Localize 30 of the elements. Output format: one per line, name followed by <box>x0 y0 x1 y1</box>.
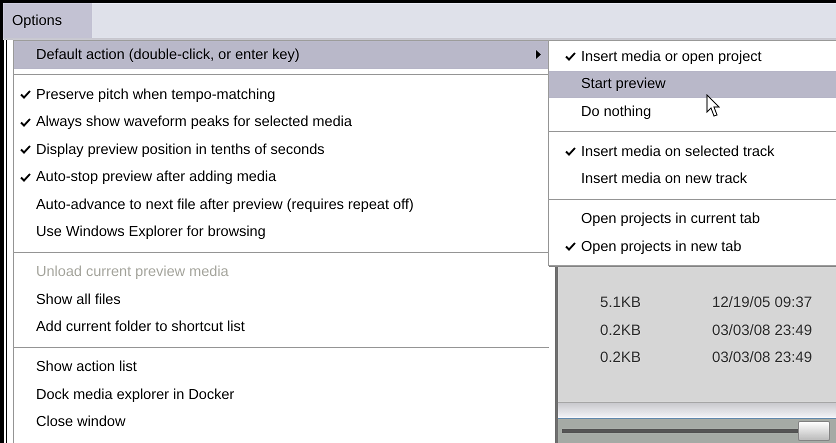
menu-item[interactable]: Insert media on selected track <box>549 138 836 166</box>
file-date: 12/19/05 09:37 <box>712 294 812 312</box>
slider-handle[interactable] <box>798 421 830 441</box>
menu-item[interactable]: Open projects in current tab <box>549 206 836 233</box>
file-date: 03/03/08 23:49 <box>712 322 812 339</box>
menu-item[interactable]: Dock media explorer in Docker <box>14 381 549 408</box>
file-date: 03/03/08 23:49 <box>712 349 812 366</box>
menu-item[interactable]: Auto-stop preview after adding media <box>14 164 549 191</box>
menu-item[interactable]: Preserve pitch when tempo-matching <box>14 81 549 108</box>
file-size: 0.2KB <box>599 349 642 366</box>
menu-item[interactable]: Use Windows Explorer for browsing <box>14 218 549 246</box>
menu-item[interactable]: Insert media on new track <box>549 166 836 193</box>
file-size: 0.2KB <box>599 322 642 339</box>
menu-item[interactable]: Add current folder to shortcut list <box>14 314 549 341</box>
file-size: 5.1KB <box>599 294 642 312</box>
menu-item[interactable]: Show all files <box>14 286 549 314</box>
horizontal-scrollbar[interactable] <box>558 402 836 419</box>
menu-item[interactable]: Insert media or open project <box>549 43 836 70</box>
mouse-pointer-icon <box>706 94 720 118</box>
menu-bar-item[interactable]: Options <box>3 3 92 38</box>
menu-item[interactable]: Close window <box>14 408 549 436</box>
menu-item[interactable]: Always show waveform peaks for selected media <box>14 108 549 136</box>
menu-item[interactable]: Show action list <box>14 354 549 381</box>
menu-item[interactable]: Auto-advance to next file after preview (requires repeat off) <box>14 191 549 218</box>
menu-item[interactable]: Display preview position in tenths of seconds <box>14 136 549 164</box>
submenu-item[interactable]: Default action (double-click, or enter key) <box>14 41 549 68</box>
menu-item[interactable]: Do nothing <box>549 98 836 126</box>
menu-item[interactable]: Open projects in new tab <box>549 233 836 260</box>
submenu-arrow-icon <box>536 50 541 60</box>
menu-item[interactable]: Start preview <box>549 70 836 98</box>
